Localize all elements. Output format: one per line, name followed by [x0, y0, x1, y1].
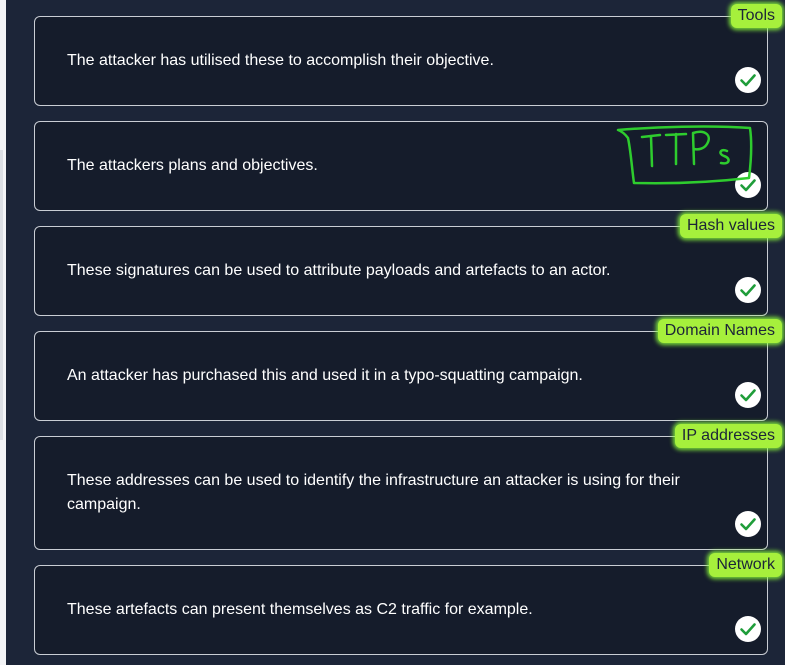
card-statement: These signatures can be used to attribut…	[67, 262, 611, 279]
match-card[interactable]: These addresses can be used to identify …	[34, 436, 768, 550]
check-circle-icon	[735, 67, 761, 93]
card-statement: These addresses can be used to identify …	[67, 472, 680, 513]
answer-tag[interactable]: Hash values	[679, 214, 782, 238]
check-circle-icon	[735, 616, 761, 642]
answer-tag[interactable]: Tools	[730, 4, 782, 28]
scroll-indicator	[0, 150, 3, 440]
match-card[interactable]: The attacker has utilised these to accom…	[34, 16, 768, 106]
card-statement: These artefacts can present themselves a…	[67, 601, 533, 618]
check-circle-icon	[735, 382, 761, 408]
answer-tag[interactable]: IP addresses	[674, 424, 782, 448]
card-statement: An attacker has purchased this and used …	[67, 367, 583, 384]
answer-tag[interactable]: Network	[709, 553, 782, 577]
match-card[interactable]: These signatures can be used to attribut…	[34, 226, 768, 316]
card-statement: The attacker has utilised these to accom…	[67, 52, 494, 69]
card-statement: The attackers plans and objectives.	[67, 157, 318, 174]
match-card[interactable]: These artefacts can present themselves a…	[34, 565, 768, 655]
check-circle-icon	[735, 277, 761, 303]
answer-tag[interactable]: Domain Names	[657, 319, 782, 343]
check-circle-icon	[735, 511, 761, 537]
match-card[interactable]: An attacker has purchased this and used …	[34, 331, 768, 421]
handwritten-ttps-annotation	[616, 125, 753, 185]
